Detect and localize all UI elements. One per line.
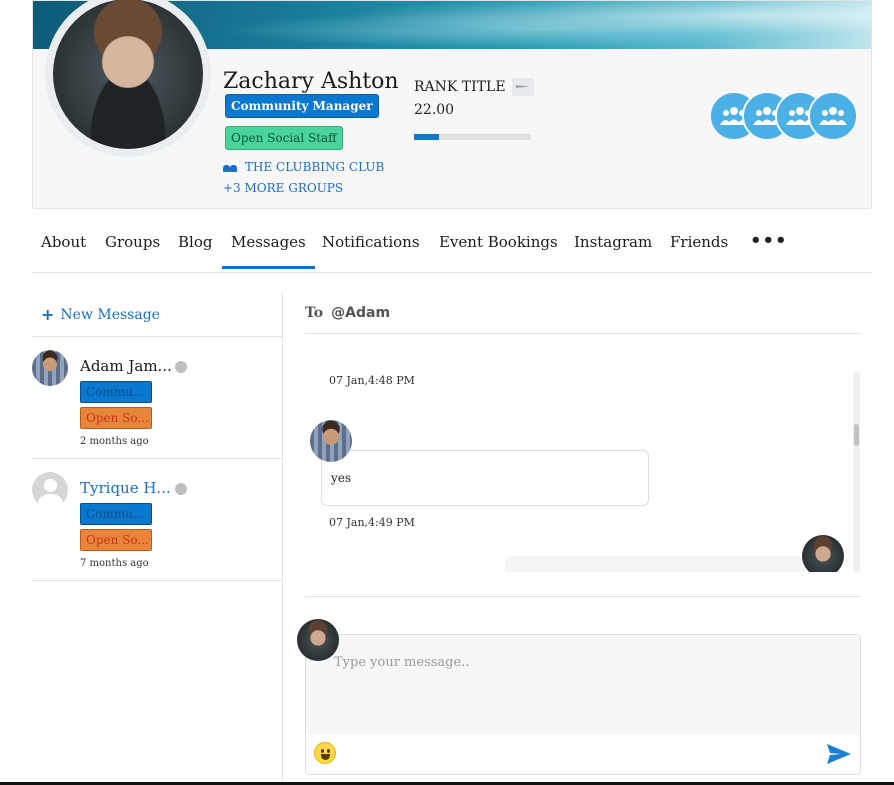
tab-groups[interactable]: Groups — [105, 233, 160, 269]
tab-instagram[interactable]: Instagram — [574, 233, 652, 269]
profile-tabs: About Groups Blog Messages Notifications… — [32, 222, 872, 273]
conversation-time: 7 months ago — [80, 558, 149, 569]
message-input[interactable] — [306, 635, 860, 735]
scrollbar-thumb[interactable] — [854, 424, 859, 446]
group-bubble[interactable] — [808, 91, 858, 141]
status-dot-icon — [175, 361, 187, 373]
more-groups-link[interactable]: +3 MORE GROUPS — [223, 181, 343, 195]
new-message-label: New Message — [60, 306, 160, 323]
plus-icon: + — [41, 305, 55, 324]
emoji-icon[interactable] — [314, 742, 336, 764]
recipient-name[interactable]: @Adam — [331, 305, 390, 321]
message-composer — [297, 619, 861, 775]
tab-friends[interactable]: Friends — [670, 233, 728, 269]
avatar — [32, 350, 68, 386]
users-icon — [223, 162, 237, 172]
more-tabs-icon[interactable]: ••• — [750, 230, 788, 251]
rank-progress-bar — [414, 134, 531, 140]
tab-about[interactable]: About — [41, 233, 86, 269]
profile-header: Zachary Ashton Community Manager Open So… — [32, 0, 872, 209]
sender-avatar — [310, 420, 352, 462]
conversation-time: 2 months ago — [80, 436, 149, 447]
tab-blog[interactable]: Blog — [178, 233, 212, 269]
default-avatar-icon — [32, 472, 68, 508]
chat-panel: To @Adam 07 Jan,4:48 PM yes 07 Jan,4:49 … — [297, 292, 861, 785]
role-badge: Open So... — [80, 529, 152, 551]
message-bubble-outgoing — [505, 556, 805, 572]
send-icon[interactable] — [825, 742, 853, 766]
role-badge-open-social-staff: Open Social Staff — [225, 126, 343, 150]
conversation-list: + New Message Adam Jam... Commu... Open … — [32, 292, 283, 785]
conversation-name: Adam Jam... — [80, 357, 172, 375]
emoji-mouth — [321, 754, 330, 760]
conversation-item[interactable]: Adam Jam... Commu... Open So... 2 months… — [32, 337, 282, 458]
recipient-row: To @Adam — [305, 305, 390, 321]
profile-avatar[interactable] — [53, 0, 203, 149]
group-link[interactable]: THE CLUBBING CLUB — [223, 160, 384, 174]
rank-title: RANK TITLE — [414, 78, 534, 96]
conversation-name: Tyrique H... — [80, 479, 171, 497]
message-thread[interactable]: 07 Jan,4:48 PM yes 07 Jan,4:49 PM — [305, 372, 861, 572]
thread-scrollbar[interactable] — [853, 372, 860, 572]
rank-title-label: RANK TITLE — [414, 79, 506, 95]
tab-event-bookings[interactable]: Event Bookings — [439, 233, 558, 269]
rank-flag-icon — [511, 78, 534, 96]
profile-name: Zachary Ashton — [223, 69, 399, 94]
group-bubbles — [709, 91, 859, 143]
rank-progress-fill — [414, 134, 439, 140]
message-bubble-incoming: yes — [321, 450, 649, 506]
tab-messages[interactable]: Messages — [222, 233, 315, 269]
to-label: To — [305, 305, 324, 321]
status-dot-icon — [175, 483, 187, 495]
sender-avatar — [802, 535, 844, 572]
role-badge-community-manager: Community Manager — [225, 94, 379, 118]
profile-avatar-ring — [45, 0, 211, 157]
message-timestamp: 07 Jan,4:49 PM — [329, 516, 415, 529]
role-badge: Commu... — [80, 503, 152, 525]
role-badge: Commu... — [80, 381, 152, 403]
message-timestamp: 07 Jan,4:48 PM — [329, 374, 415, 387]
divider — [32, 580, 282, 581]
new-message-button[interactable]: + New Message — [41, 305, 160, 324]
role-badge: Open So... — [80, 407, 152, 429]
tab-notifications[interactable]: Notifications — [322, 233, 420, 269]
rank-value: 22.00 — [414, 102, 455, 118]
current-user-avatar — [297, 619, 339, 661]
conversation-item[interactable]: Tyrique H... Commu... Open So... 7 month… — [32, 459, 282, 580]
group-icon — [819, 107, 847, 125]
divider — [305, 596, 861, 597]
group-name: THE CLUBBING CLUB — [245, 160, 385, 174]
divider — [305, 333, 861, 334]
